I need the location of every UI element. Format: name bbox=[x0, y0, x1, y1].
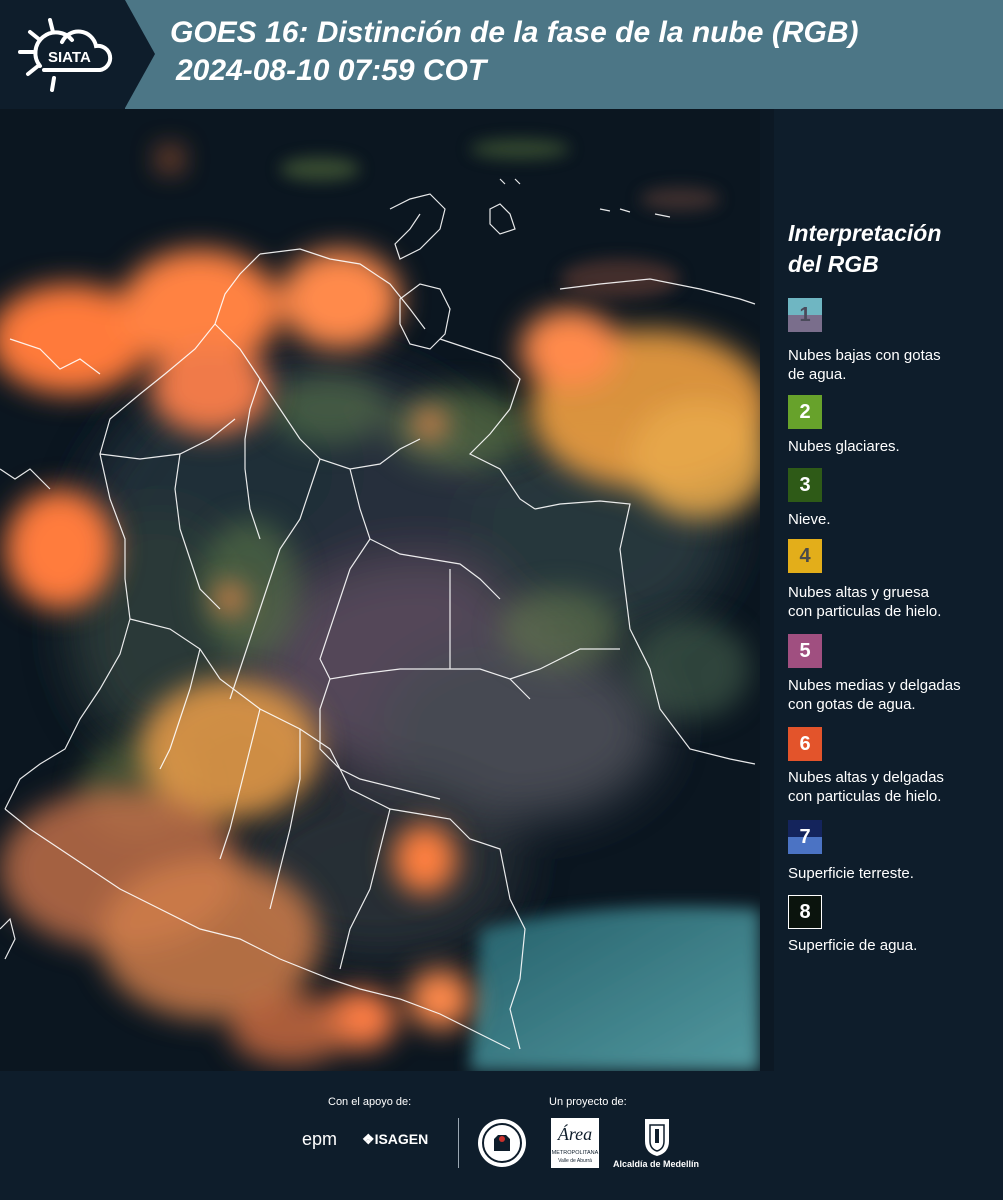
legend-label-1-line1: Nubes bajas con gotas bbox=[788, 347, 941, 364]
legend-swatch-6: 6 bbox=[788, 727, 822, 761]
legend-label-7: Superficie terreste. bbox=[788, 865, 914, 882]
area-metropolitana-logo: Área METROPOLITANA Valle de Aburrá bbox=[551, 1118, 599, 1168]
page-timestamp: 2024-08-10 07:59 COT bbox=[176, 54, 487, 87]
map-right-border bbox=[760, 109, 774, 1071]
legend-number-6: 6 bbox=[799, 733, 811, 755]
legend-title-line1: Interpretación bbox=[788, 220, 942, 246]
siata-logo-text: SIATA bbox=[48, 49, 91, 66]
legend-title: Interpretación del RGB bbox=[788, 218, 941, 280]
legend-number-7: 7 bbox=[799, 826, 811, 848]
area-logo-sub: METROPOLITANA bbox=[551, 1150, 599, 1156]
legend-number-4: 4 bbox=[799, 545, 811, 567]
siata-sun-icon: SIATA bbox=[18, 18, 113, 92]
legend-label-6: Nubes altas y delgadas con particulas de… bbox=[788, 768, 944, 806]
medellin-shield-icon bbox=[645, 1119, 669, 1156]
alcaldia-medellin-logo: Alcaldía de Medellín bbox=[613, 1159, 700, 1169]
legend-label-6-line2: con particulas de hielo. bbox=[788, 788, 942, 805]
legend-label-1: Nubes bajas con gotas de agua. bbox=[788, 346, 941, 384]
satellite-map bbox=[0, 109, 760, 1071]
legend-number-5: 5 bbox=[799, 640, 811, 662]
legend-swatch-8: 8 bbox=[788, 895, 822, 929]
legend-label-6-line1: Nubes altas y delgadas bbox=[788, 769, 944, 786]
support-label: Con el apoyo de: bbox=[328, 1096, 412, 1108]
seal-logo-icon bbox=[478, 1119, 526, 1167]
legend-label-3: Nieve. bbox=[788, 511, 831, 528]
area-logo-text: Área bbox=[557, 1124, 593, 1144]
legend-label-5: Nubes medias y delgadas con gotas de agu… bbox=[788, 676, 961, 714]
epm-logo: epm bbox=[302, 1129, 338, 1149]
page-title: GOES 16: Distinción de la fase de la nub… bbox=[170, 16, 859, 49]
legend-label-8: Superficie de agua. bbox=[788, 937, 918, 954]
header-arrow bbox=[125, 0, 155, 108]
legend-swatch-1: 1 bbox=[788, 298, 822, 332]
legend-swatch-5: 5 bbox=[788, 634, 822, 668]
legend-label-4-line1: Nubes altas y gruesa bbox=[788, 584, 929, 601]
legend-swatch-2: 2 bbox=[788, 395, 822, 429]
legend-number-3: 3 bbox=[799, 474, 811, 496]
rgb-satellite-image bbox=[0, 109, 760, 1071]
legend-label-4: Nubes altas y gruesa con particulas de h… bbox=[788, 583, 941, 621]
footer-divider bbox=[458, 1118, 459, 1168]
header-bar: SIATA GOES 16: Distinción de la fase de … bbox=[0, 0, 1003, 109]
legend-swatch-4: 4 bbox=[788, 539, 822, 573]
project-label: Un proyecto de: bbox=[549, 1096, 627, 1108]
legend-swatch-7: 7 bbox=[788, 820, 822, 854]
legend-number-2: 2 bbox=[799, 401, 811, 423]
legend-number-1: 1 bbox=[799, 304, 811, 326]
legend-label-1-line2: de agua. bbox=[788, 366, 847, 383]
legend-label-4-line2: con particulas de hielo. bbox=[788, 603, 942, 620]
legend-label-5-line1: Nubes medias y delgadas bbox=[788, 677, 961, 694]
siata-logo: SIATA bbox=[0, 0, 125, 109]
isagen-logo: ❖ISAGEN bbox=[362, 1131, 428, 1148]
legend-label-5-line2: con gotas de agua. bbox=[788, 696, 916, 713]
legend-label-2: Nubes glaciares. bbox=[788, 438, 900, 455]
isagen-logo-text: ISAGEN bbox=[374, 1131, 429, 1147]
legend-title-line2: del RGB bbox=[788, 251, 879, 277]
legend-number-8: 8 bbox=[799, 901, 811, 923]
legend-swatch-3: 3 bbox=[788, 468, 822, 502]
isagen-mark-icon: ❖ bbox=[362, 1131, 375, 1147]
area-logo-sub2: Valle de Aburrá bbox=[558, 1158, 592, 1164]
